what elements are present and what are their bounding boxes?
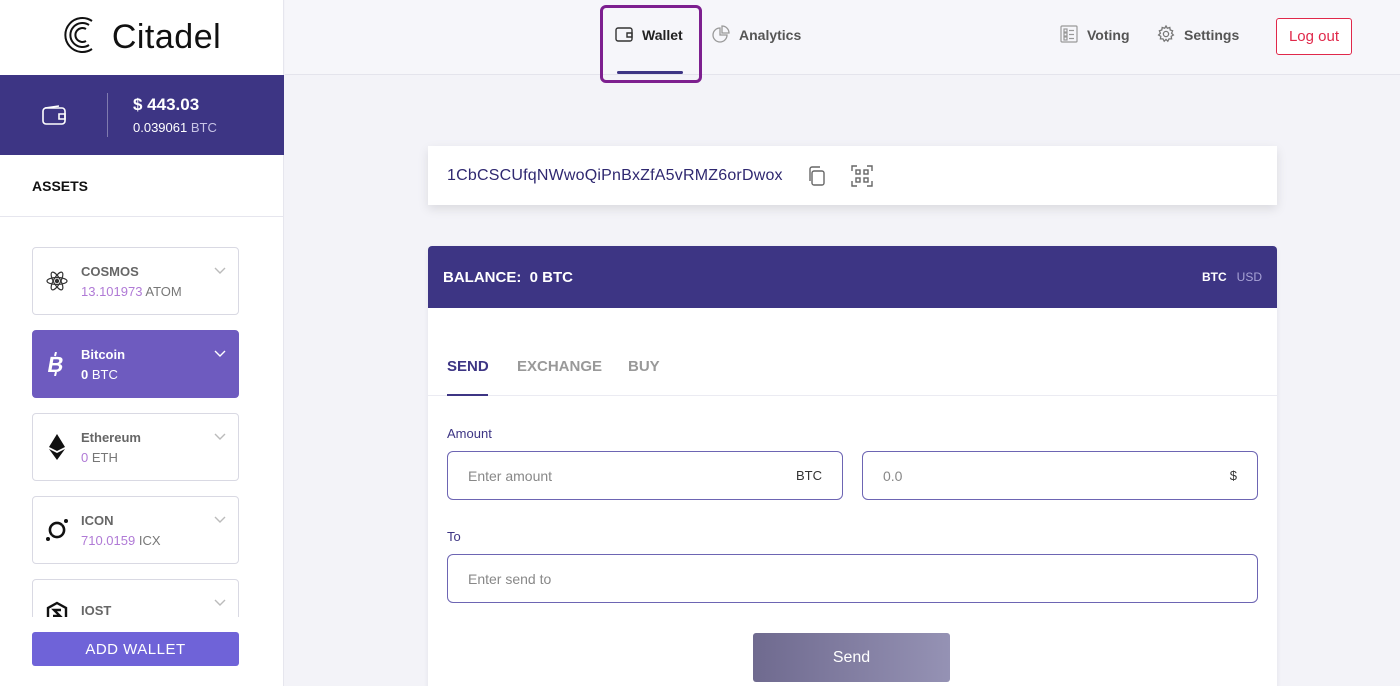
nav-voting-label: Voting	[1087, 27, 1130, 43]
asset-amount: 710.0159 ICX	[81, 532, 161, 548]
wallet-address[interactable]: 1CbCSCUfqNWwoQiPnBxZfA5vRMZ6orDwox	[447, 167, 783, 185]
balance-value: 0 BTC	[529, 268, 574, 286]
icon-coin-icon	[33, 518, 81, 542]
gear-icon	[1157, 24, 1175, 46]
amount-label: Amount	[447, 426, 492, 441]
logo[interactable]: Citadel	[0, 0, 283, 75]
asset-name: COSMOS	[81, 263, 139, 279]
sidebar: Citadel $ 443.03 0.039061 BTC ASSETS COS…	[0, 0, 284, 686]
address-card: 1CbCSCUfqNWwoQiPnBxZfA5vRMZ6orDwox	[428, 146, 1277, 205]
asset-list[interactable]: COSMOS 13.101973 ATOM B Bitcoin 0 BTC Et…	[32, 247, 239, 617]
pie-chart-icon	[712, 24, 730, 46]
qr-code-icon[interactable]	[851, 164, 873, 187]
asset-card-iost[interactable]: IOST	[32, 579, 239, 617]
nav-settings[interactable]: Settings	[1157, 24, 1239, 46]
nav-analytics-label: Analytics	[739, 27, 802, 43]
balance-label: BALANCE:	[443, 268, 522, 286]
iost-icon	[33, 601, 81, 617]
asset-card-bitcoin[interactable]: B Bitcoin 0 BTC	[32, 330, 239, 398]
usd-unit: $	[1229, 468, 1237, 483]
asset-name: Ethereum	[81, 429, 141, 445]
total-btc-amount: 0.039061	[133, 120, 188, 135]
usd-amount-input[interactable]	[883, 467, 1230, 484]
usd-amount-field[interactable]: $	[862, 451, 1258, 500]
balance-header: BALANCE: 0 BTC BTC USD	[428, 246, 1277, 308]
asset-name: ICON	[81, 512, 114, 528]
wallet-icon	[0, 93, 108, 137]
logout-button[interactable]: Log out	[1276, 18, 1352, 55]
asset-amount: 0 BTC	[81, 366, 118, 382]
to-field[interactable]	[447, 554, 1258, 603]
chevron-down-icon[interactable]	[214, 594, 226, 612]
currency-usd-option[interactable]: USD	[1237, 270, 1262, 284]
tab-exchange[interactable]: EXCHANGE	[517, 358, 602, 375]
balance-title: BALANCE: 0 BTC	[443, 269, 573, 286]
send-button[interactable]: Send	[753, 633, 950, 682]
asset-card-cosmos[interactable]: COSMOS 13.101973 ATOM	[32, 247, 239, 315]
amount-field[interactable]: BTC	[447, 451, 843, 500]
ballot-list-icon	[1060, 24, 1078, 46]
app-name: Citadel	[111, 18, 222, 56]
asset-card-ethereum[interactable]: Ethereum 0 ETH	[32, 413, 239, 481]
chevron-down-icon[interactable]	[214, 511, 226, 529]
chevron-down-icon[interactable]	[214, 428, 226, 446]
citadel-logo-icon	[62, 13, 100, 62]
chevron-down-icon[interactable]	[214, 262, 226, 280]
assets-heading: ASSETS	[0, 155, 284, 217]
currency-toggle: BTC USD	[1202, 270, 1262, 284]
nav-analytics[interactable]: Analytics	[712, 24, 801, 46]
total-btc-unit: BTC	[190, 120, 217, 135]
asset-card-icon[interactable]: ICON 710.0159 ICX	[32, 496, 239, 564]
action-tabs: SEND EXCHANGE BUY	[428, 308, 1277, 396]
add-wallet-button[interactable]: ADD WALLET	[32, 632, 239, 666]
asset-name: Bitcoin	[81, 346, 126, 362]
amount-input[interactable]	[468, 467, 796, 484]
cosmos-icon	[33, 270, 81, 292]
nav-active-indicator	[617, 71, 683, 74]
asset-name: IOST	[81, 603, 112, 617]
balance-panel: BALANCE: 0 BTC BTC USD SEND EXCHANGE BUY…	[428, 246, 1277, 686]
ethereum-icon	[33, 434, 81, 460]
nav-voting[interactable]: Voting	[1060, 24, 1130, 46]
bitcoin-icon: B	[33, 352, 81, 376]
asset-amount: 13.101973 ATOM	[81, 283, 182, 299]
tab-send[interactable]: SEND	[447, 358, 489, 375]
chevron-down-icon[interactable]	[214, 345, 226, 363]
wallet-summary: $ 443.03 0.039061 BTC	[0, 75, 284, 155]
copy-icon[interactable]	[807, 165, 827, 186]
nav-settings-label: Settings	[1184, 27, 1240, 43]
total-btc: 0.039061 BTC	[133, 120, 217, 135]
to-input[interactable]	[468, 570, 1237, 587]
tab-active-indicator	[447, 394, 488, 396]
total-usd: $ 443.03	[133, 95, 200, 114]
to-label: To	[447, 529, 461, 544]
asset-amount: 0 ETH	[81, 449, 118, 465]
tab-buy[interactable]: BUY	[628, 358, 660, 375]
currency-btc-option[interactable]: BTC	[1202, 270, 1227, 284]
amount-unit: BTC	[796, 468, 822, 483]
top-navigation: Wallet Analytics Voting Settings Log out	[285, 0, 1400, 83]
